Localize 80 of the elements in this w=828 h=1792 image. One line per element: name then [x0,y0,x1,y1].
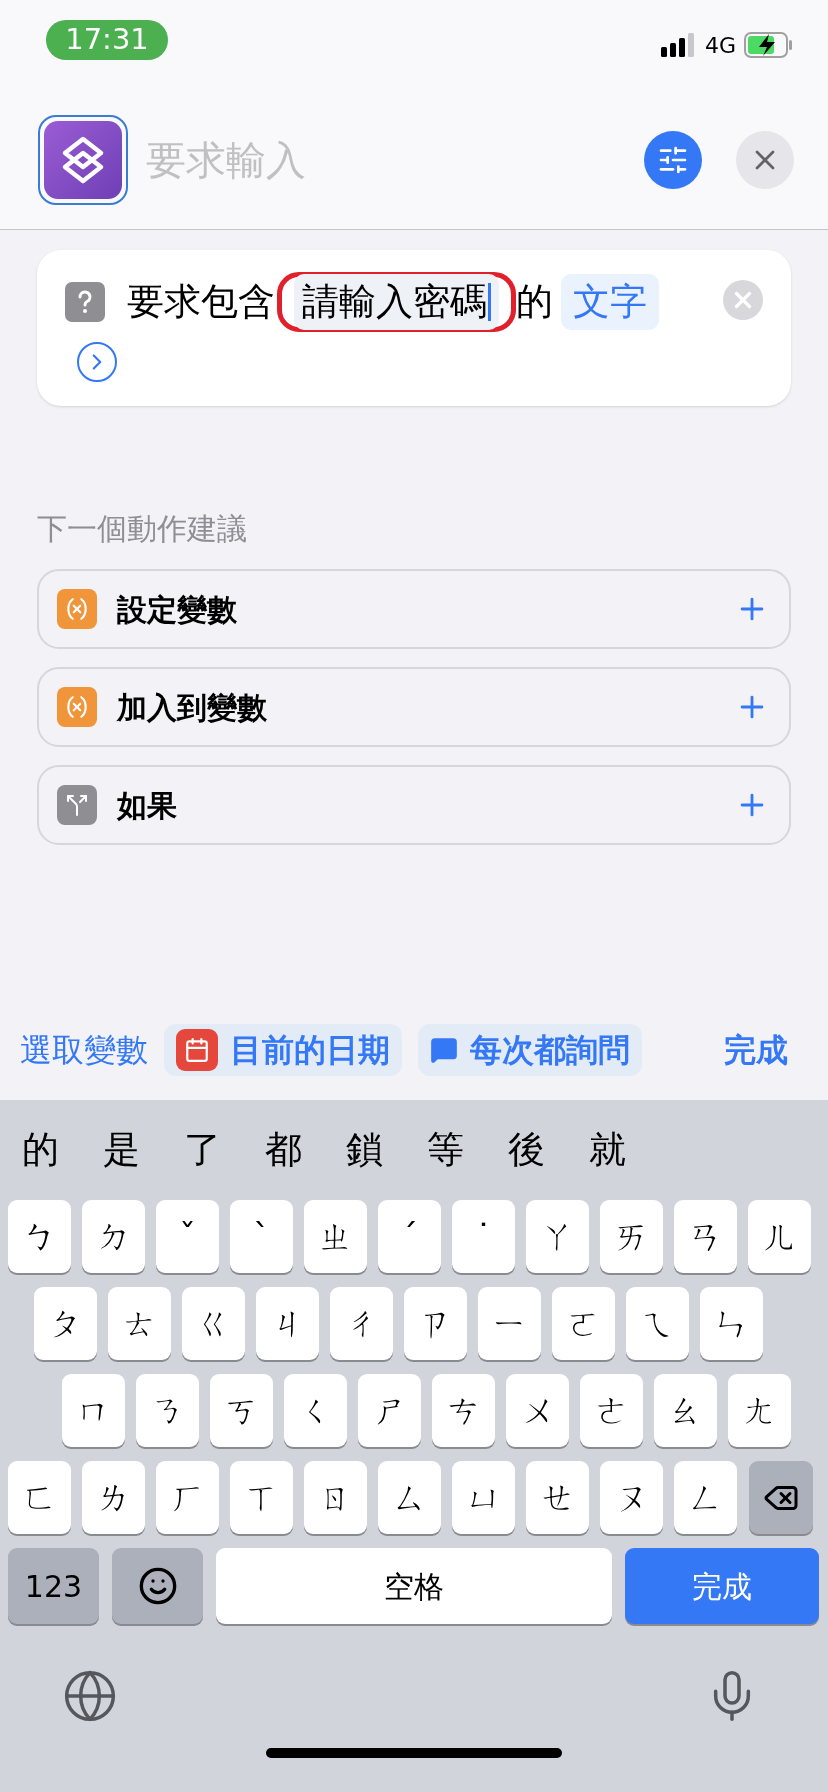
keyboard-key[interactable]: ㄤ [728,1374,791,1447]
keyboard-key[interactable]: ㄊ [108,1287,171,1360]
branch-icon [57,785,97,825]
keyboard-key[interactable]: ㄣ [700,1287,763,1360]
globe-icon[interactable] [62,1668,118,1724]
return-key[interactable]: 完成 [625,1548,819,1624]
keyboard-key[interactable]: ㄎ [210,1374,273,1447]
keyboard-key[interactable]: ㄨ [506,1374,569,1447]
keyboard-key[interactable]: ㄙ [378,1461,441,1534]
candidate-word[interactable]: 了 [184,1122,221,1178]
candidate-word[interactable]: 後 [508,1122,545,1178]
done-link[interactable]: 完成 [724,1026,788,1074]
keyboard-key[interactable]: ㄧ [478,1287,541,1360]
variable-icon [57,687,97,727]
keyboard-key[interactable]: ㄒ [230,1461,293,1534]
keyboard-key[interactable]: ㄋ [136,1374,199,1447]
delete-key[interactable] [749,1461,813,1534]
keyboard-key[interactable]: ˙ [452,1200,515,1273]
keyboard-key[interactable]: ㄗ [404,1287,467,1360]
keyboard-key[interactable]: ㄈ [8,1461,71,1534]
keyboard-key[interactable]: ㄝ [526,1461,589,1534]
candidate-word[interactable]: 鎖 [346,1122,383,1178]
keyboard-key[interactable]: ㄟ [626,1287,689,1360]
keyboard-key[interactable]: ㄦ [748,1200,811,1273]
status-time: 17:31 [46,20,168,60]
type-token[interactable]: 文字 [561,274,659,330]
network-label: 4G [704,31,736,60]
candidate-word[interactable]: 就 [589,1122,626,1178]
action-title: 要求輸入 [146,135,307,185]
keyboard-key[interactable]: ㄢ [674,1200,737,1273]
keyboard-key[interactable]: ㄛ [552,1287,615,1360]
keyboard-key[interactable]: ㄉ [82,1200,145,1273]
candidate-word[interactable]: 是 [103,1122,140,1178]
keyboard-key[interactable]: ㄍ [182,1287,245,1360]
keyboard-key[interactable]: ㄇ [62,1374,125,1447]
keyboard-key[interactable]: ㄐ [256,1287,319,1360]
battery-charging-icon [744,32,794,58]
emoji-key[interactable] [112,1548,203,1624]
keyboard-key[interactable]: ㄓ [304,1200,367,1273]
keyboard-key[interactable]: ㄘ [432,1374,495,1447]
keyboard-key[interactable]: ㄑ [284,1374,347,1447]
candidate-word[interactable]: 的 [22,1122,59,1178]
keyboard-key[interactable]: ㄩ [452,1461,515,1534]
section-heading: 下一個動作建議 [37,510,248,548]
action-text: 的 [516,279,553,326]
numbers-key[interactable]: 123 [8,1548,99,1624]
keyboard-key[interactable]: ㄆ [34,1287,97,1360]
suggestion-row[interactable]: 加入到變數 [37,667,791,747]
keyboard-key[interactable]: ㄖ [304,1461,367,1534]
suggestion-row[interactable]: 如果 [37,765,791,845]
keyboard-key[interactable]: ㄠ [654,1374,717,1447]
keyboard-key[interactable]: ㄡ [600,1461,663,1534]
suggestion-row[interactable]: 設定變數 [37,569,791,649]
keyboard-key[interactable]: ㄔ [330,1287,393,1360]
keyboard-key[interactable]: ㄜ [580,1374,643,1447]
keyboard-key[interactable]: ㄅ [8,1200,71,1273]
speech-bubble-icon [430,1036,458,1064]
keyboard-key[interactable]: ˋ [230,1200,293,1273]
calendar-icon [176,1029,218,1071]
keyboard-key[interactable]: ㄥ [674,1461,737,1534]
candidate-word[interactable]: 都 [265,1122,302,1178]
keyboard-key[interactable]: ㄚ [526,1200,589,1273]
keyboard-key[interactable]: ㄞ [600,1200,663,1273]
settings-button[interactable] [644,130,702,189]
smiley-icon [137,1566,178,1606]
variable-icon [57,589,97,629]
keyboard-key[interactable]: ㄕ [358,1374,421,1447]
keyboard-key[interactable]: ˇ [156,1200,219,1273]
keyboard-key[interactable]: ˊ [378,1200,441,1273]
keyboard-key[interactable]: ㄌ [82,1461,145,1534]
expand-chevron-icon[interactable] [77,342,117,382]
prompt-field[interactable]: 請輸入密碼 [277,272,516,332]
action-text: 要求包含 [127,279,275,326]
pick-variable-link[interactable]: 選取變數 [20,1026,148,1074]
question-icon [65,282,105,322]
app-icon [38,114,128,205]
keyboard-key[interactable]: ㄏ [156,1461,219,1534]
space-key[interactable]: 空格 [216,1548,612,1624]
signal-icon [660,33,697,57]
candidate-word[interactable]: 等 [427,1122,464,1178]
